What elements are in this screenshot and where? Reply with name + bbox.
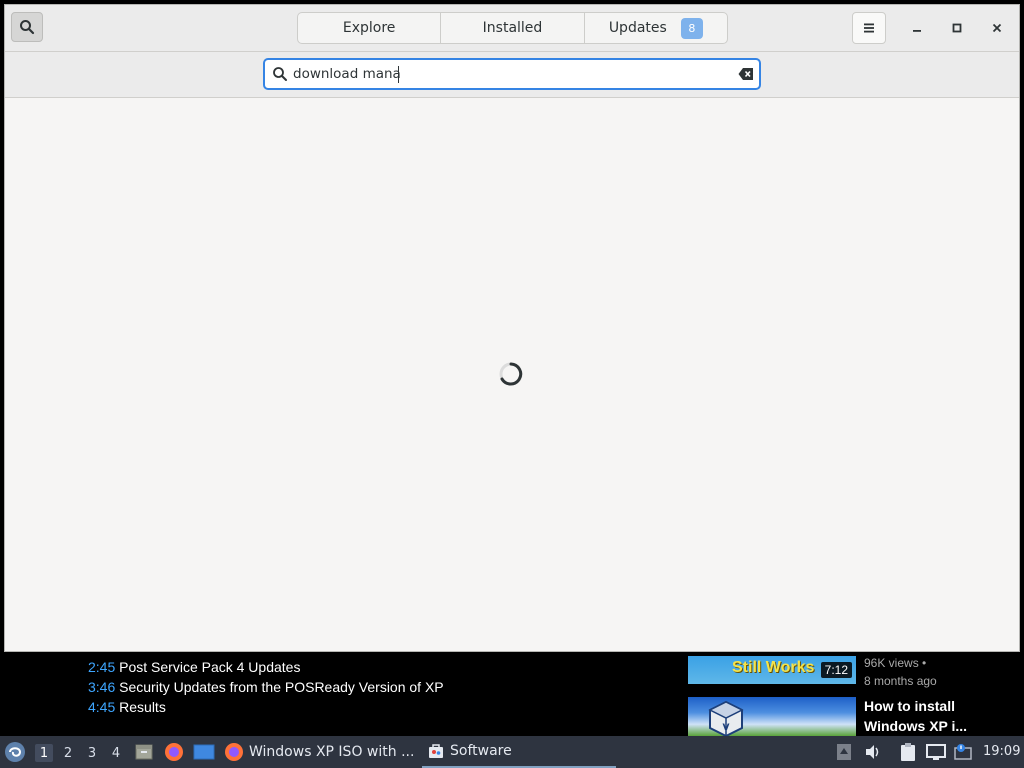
chapter-time[interactable]: 2:45 xyxy=(88,659,115,675)
firefox-icon xyxy=(225,743,243,761)
chapter-time[interactable]: 3:46 xyxy=(88,679,115,695)
tab-updates[interactable]: Updates 8 xyxy=(585,13,727,43)
task-browser[interactable]: Windows XP ISO with ... xyxy=(224,736,416,768)
maximize-icon xyxy=(952,23,962,33)
loading-spinner-icon xyxy=(499,362,523,386)
firefox-icon xyxy=(165,743,183,761)
volume-icon xyxy=(866,745,879,759)
view-switcher: Explore Installed Updates 8 xyxy=(297,12,728,44)
desktop-icon xyxy=(193,744,215,760)
notification-button[interactable] xyxy=(953,736,973,768)
close-button[interactable] xyxy=(986,17,1008,39)
text-caret xyxy=(398,66,399,83)
thumbnail-caption: Still Works xyxy=(732,659,815,676)
video-title[interactable]: Windows XP i... xyxy=(864,718,967,734)
chapter-title: Security Updates from the POSReady Versi… xyxy=(119,679,444,695)
tab-explore-label: Explore xyxy=(342,20,396,36)
task-software[interactable]: Software xyxy=(422,736,616,768)
chapter-title: Post Service Pack 4 Updates xyxy=(119,659,301,675)
recommended-video-thumbnail[interactable]: V xyxy=(688,697,856,736)
desktop-launcher[interactable] xyxy=(193,736,215,768)
app-menu-icon xyxy=(5,742,25,762)
chapter-time[interactable]: 4:45 xyxy=(88,699,115,715)
hamburger-menu-icon xyxy=(864,23,874,33)
close-icon xyxy=(992,23,1002,33)
maximize-button[interactable] xyxy=(946,17,968,39)
search-input[interactable] xyxy=(293,63,733,85)
chapter-item[interactable]: 3:46 Security Updates from the POSReady … xyxy=(88,679,444,695)
start-menu-button[interactable] xyxy=(4,736,26,768)
workspace-2[interactable]: 2 xyxy=(59,744,77,762)
network-icon xyxy=(926,744,946,760)
tray-up-arrow[interactable] xyxy=(836,736,852,768)
search-bar xyxy=(5,52,1019,98)
search-icon xyxy=(20,20,35,35)
firefox-launcher[interactable] xyxy=(164,736,184,768)
minimize-icon xyxy=(913,30,921,32)
recommended-video-thumbnail[interactable]: Still Works 7:12 xyxy=(688,656,856,684)
volume-button[interactable] xyxy=(864,736,882,768)
video-duration: 7:12 xyxy=(820,662,852,678)
svg-text:V: V xyxy=(723,723,730,733)
task-software-label: Software xyxy=(450,743,512,759)
tab-updates-label: Updates xyxy=(608,20,667,36)
workspace-1[interactable]: 1 xyxy=(35,744,53,762)
clipboard-button[interactable] xyxy=(900,736,916,768)
clear-search-icon[interactable] xyxy=(738,67,754,81)
search-entry[interactable] xyxy=(263,58,761,90)
chapter-item[interactable]: 2:45 Post Service Pack 4 Updates xyxy=(88,659,300,675)
file-manager-launcher[interactable] xyxy=(134,736,154,768)
search-toggle-button[interactable] xyxy=(11,12,43,42)
clipboard-icon xyxy=(901,743,915,761)
workspace-3[interactable]: 3 xyxy=(83,744,101,762)
network-button[interactable] xyxy=(926,736,946,768)
search-icon xyxy=(273,67,287,81)
video-age: 8 months ago xyxy=(864,674,937,688)
taskbar: 1 2 3 4 Windows XP ISO with ... Software… xyxy=(0,736,1024,768)
virtualbox-logo-icon: V xyxy=(708,700,744,736)
updates-notification-icon xyxy=(954,744,972,760)
chapter-item[interactable]: 4:45 Results xyxy=(88,699,166,715)
workspace-4[interactable]: 4 xyxy=(107,744,125,762)
file-manager-icon xyxy=(135,744,153,760)
tab-explore[interactable]: Explore xyxy=(298,13,442,43)
chapter-title: Results xyxy=(119,699,166,715)
video-title[interactable]: How to install xyxy=(864,698,955,714)
background-video-page: 2:45 Post Service Pack 4 Updates 3:46 Se… xyxy=(0,656,1024,736)
search-results-area xyxy=(5,98,1019,651)
task-browser-label: Windows XP ISO with ... xyxy=(249,744,415,760)
clock[interactable]: 19:09 xyxy=(983,744,1020,759)
minimize-button[interactable] xyxy=(906,17,928,39)
main-menu-button[interactable] xyxy=(852,12,886,44)
updates-count-badge: 8 xyxy=(680,17,703,39)
tab-installed-label: Installed xyxy=(482,20,543,36)
video-views: 96K views • xyxy=(864,656,927,670)
show-hidden-icon xyxy=(837,744,851,760)
header-bar: Explore Installed Updates 8 xyxy=(5,5,1019,52)
tab-installed[interactable]: Installed xyxy=(441,13,585,43)
software-window: Explore Installed Updates 8 xyxy=(4,4,1020,652)
software-center-icon xyxy=(429,744,443,758)
